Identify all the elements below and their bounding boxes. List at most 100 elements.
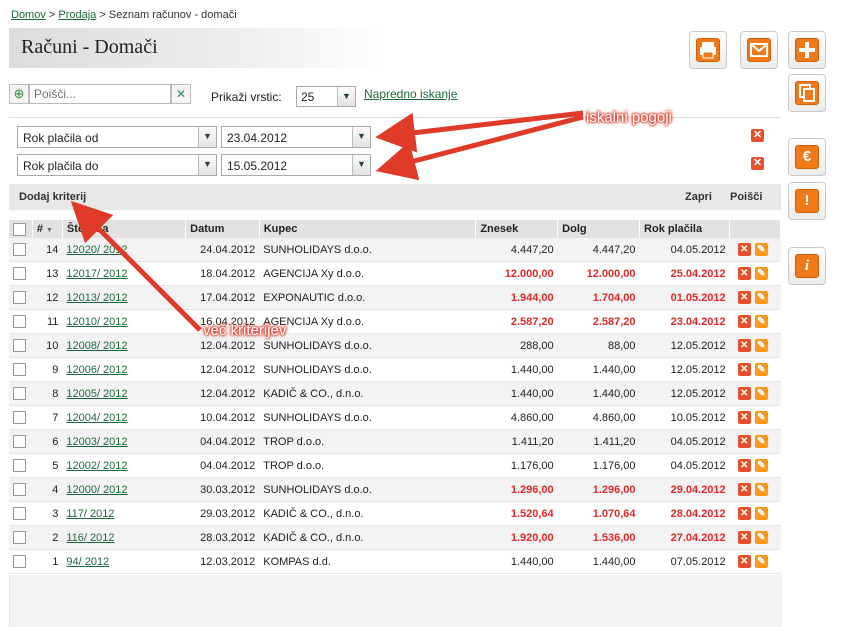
col-number[interactable]: Številka [62,220,187,238]
advanced-search-link[interactable]: Napredno iskanje [364,87,457,101]
criteria-value-select-1[interactable]: 23.04.2012 ▼ [221,126,371,148]
edit-pencil-icon[interactable]: ✎ [754,387,768,400]
delete-icon[interactable]: ✕ [737,555,751,568]
copy-button[interactable] [788,74,826,112]
table-row[interactable]: 11 12010/ 2012 16.04.2012 AGENCIJA Xy d.o.o… [9,309,781,334]
edit-pencil-icon[interactable]: ✎ [754,267,768,280]
email-button[interactable] [740,31,778,69]
invoice-number-link[interactable]: 12020/ 2012 [66,244,127,256]
col-due[interactable]: Rok plačila [639,220,731,238]
table-row[interactable]: 12 12013/ 2012 17.04.2012 EXPONAUTIC d.o.o.… [9,285,781,310]
table-row[interactable]: 6 12003/ 2012 04.04.2012 TROP d.o.o. 1.411,2… [9,429,781,454]
invoice-number-link[interactable]: 12003/ 2012 [66,436,127,448]
row-checkbox[interactable] [13,459,26,472]
delete-icon[interactable]: ✕ [737,363,751,376]
delete-icon[interactable]: ✕ [737,291,751,304]
rows-per-page-select[interactable]: 25 ▼ [296,86,356,107]
col-num[interactable]: # ▼ [32,220,63,238]
table-row[interactable]: 9 12006/ 2012 12.04.2012 SUNHOLIDAYS d.o.o.… [9,357,781,382]
invoice-number-link[interactable]: 116/ 2012 [66,532,114,544]
col-amount[interactable]: Znesek [475,220,559,238]
table-row[interactable]: 1 94/ 2012 12.03.2012 KOMPAS d.d. 1.440,00 1.… [9,549,781,574]
invoice-number-link[interactable]: 12000/ 2012 [66,484,127,496]
remove-criteria-icon[interactable]: ✕ [751,157,764,170]
criteria-field-select-2[interactable]: Rok plačila do ▼ [17,154,217,176]
close-criteria-button[interactable]: Zapri [685,191,712,203]
invoice-number-link[interactable]: 12010/ 2012 [66,316,127,328]
edit-pencil-icon[interactable]: ✎ [754,291,768,304]
edit-pencil-icon[interactable]: ✎ [754,243,768,256]
delete-icon[interactable]: ✕ [737,411,751,424]
delete-icon[interactable]: ✕ [737,339,751,352]
table-row[interactable]: 13 12017/ 2012 18.04.2012 AGENCIJA Xy d.o.o… [9,261,781,286]
invoice-number-link[interactable]: 12013/ 2012 [66,292,127,304]
remove-criteria-icon[interactable]: ✕ [751,129,764,142]
invoice-number-link[interactable]: 12002/ 2012 [66,460,127,472]
breadcrumb-home-link[interactable]: Domov [11,9,46,21]
delete-icon[interactable]: ✕ [737,507,751,520]
row-checkbox[interactable] [13,339,26,352]
print-button[interactable] [689,31,727,69]
breadcrumb-section-link[interactable]: Prodaja [58,9,96,21]
row-checkbox[interactable] [13,363,26,376]
delete-icon[interactable]: ✕ [737,387,751,400]
select-all-checkbox[interactable] [13,222,26,236]
row-checkbox[interactable] [13,531,26,544]
table-row[interactable]: 5 12002/ 2012 04.04.2012 TROP d.o.o. 1.176,0… [9,453,781,478]
col-customer[interactable]: Kupec [259,220,477,238]
delete-icon[interactable]: ✕ [737,267,751,280]
delete-icon[interactable]: ✕ [737,315,751,328]
row-checkbox[interactable] [13,315,26,328]
edit-pencil-icon[interactable]: ✎ [754,483,768,496]
info-button[interactable]: i [788,247,826,285]
table-row[interactable]: 7 12004/ 2012 10.04.2012 SUNHOLIDAYS d.o.o.… [9,405,781,430]
edit-pencil-icon[interactable]: ✎ [754,507,768,520]
delete-icon[interactable]: ✕ [737,531,751,544]
row-checkbox[interactable] [13,267,26,280]
invoice-number-link[interactable]: 12006/ 2012 [66,364,127,376]
row-checkbox[interactable] [13,483,26,496]
clear-search-icon[interactable]: ✕ [171,84,191,104]
row-checkbox[interactable] [13,507,26,520]
edit-pencil-icon[interactable]: ✎ [754,339,768,352]
add-criteria-button[interactable]: Dodaj kriterij [19,191,86,203]
invoice-number-link[interactable]: 12008/ 2012 [66,340,127,352]
delete-icon[interactable]: ✕ [737,435,751,448]
delete-icon[interactable]: ✕ [737,483,751,496]
col-date[interactable]: Datum [185,220,260,238]
run-search-button[interactable]: Poišči [730,191,762,203]
invoice-number-link[interactable]: 12005/ 2012 [66,388,127,400]
invoice-number-link[interactable]: 12004/ 2012 [66,412,127,424]
row-checkbox[interactable] [13,387,26,400]
payment-button[interactable]: € [788,138,826,176]
table-row[interactable]: 14 12020/ 2012 24.04.2012 SUNHOLIDAYS d.o.o… [9,238,781,262]
invoice-number-link[interactable]: 94/ 2012 [66,556,109,568]
edit-pencil-icon[interactable]: ✎ [754,363,768,376]
delete-icon[interactable]: ✕ [737,243,751,256]
table-row[interactable]: 2 116/ 2012 28.03.2012 KADIČ & CO., d.n.o. 1… [9,525,781,550]
col-debt[interactable]: Dolg [557,220,641,238]
edit-pencil-icon[interactable]: ✎ [754,531,768,544]
criteria-value-select-2[interactable]: 15.05.2012 ▼ [221,154,371,176]
table-row[interactable]: 8 12005/ 2012 12.04.2012 KADIČ & CO., d.n.o… [9,381,781,406]
delete-icon[interactable]: ✕ [737,459,751,472]
invoice-number-link[interactable]: 12017/ 2012 [66,268,127,280]
edit-pencil-icon[interactable]: ✎ [754,459,768,472]
table-row[interactable]: 3 117/ 2012 29.03.2012 KADIČ & CO., d.n.o. 1… [9,501,781,526]
row-checkbox[interactable] [13,291,26,304]
table-row[interactable]: 4 12000/ 2012 30.03.2012 SUNHOLIDAYS d.o.o.… [9,477,781,502]
warning-button[interactable]: ! [788,182,826,220]
table-row[interactable]: 10 12008/ 2012 12.04.2012 SUNHOLIDAYS d.o.o… [9,333,781,358]
row-checkbox[interactable] [13,435,26,448]
edit-pencil-icon[interactable]: ✎ [754,555,768,568]
add-invoice-button[interactable] [788,31,826,69]
row-checkbox[interactable] [13,411,26,424]
edit-pencil-icon[interactable]: ✎ [754,435,768,448]
invoice-number-link[interactable]: 117/ 2012 [66,508,114,520]
edit-pencil-icon[interactable]: ✎ [754,315,768,328]
criteria-field-select-1[interactable]: Rok plačila od ▼ [17,126,217,148]
row-checkbox[interactable] [13,243,26,256]
row-checkbox[interactable] [13,555,26,568]
search-input[interactable] [29,84,171,104]
zoom-icon[interactable]: ⊕ [9,84,29,104]
